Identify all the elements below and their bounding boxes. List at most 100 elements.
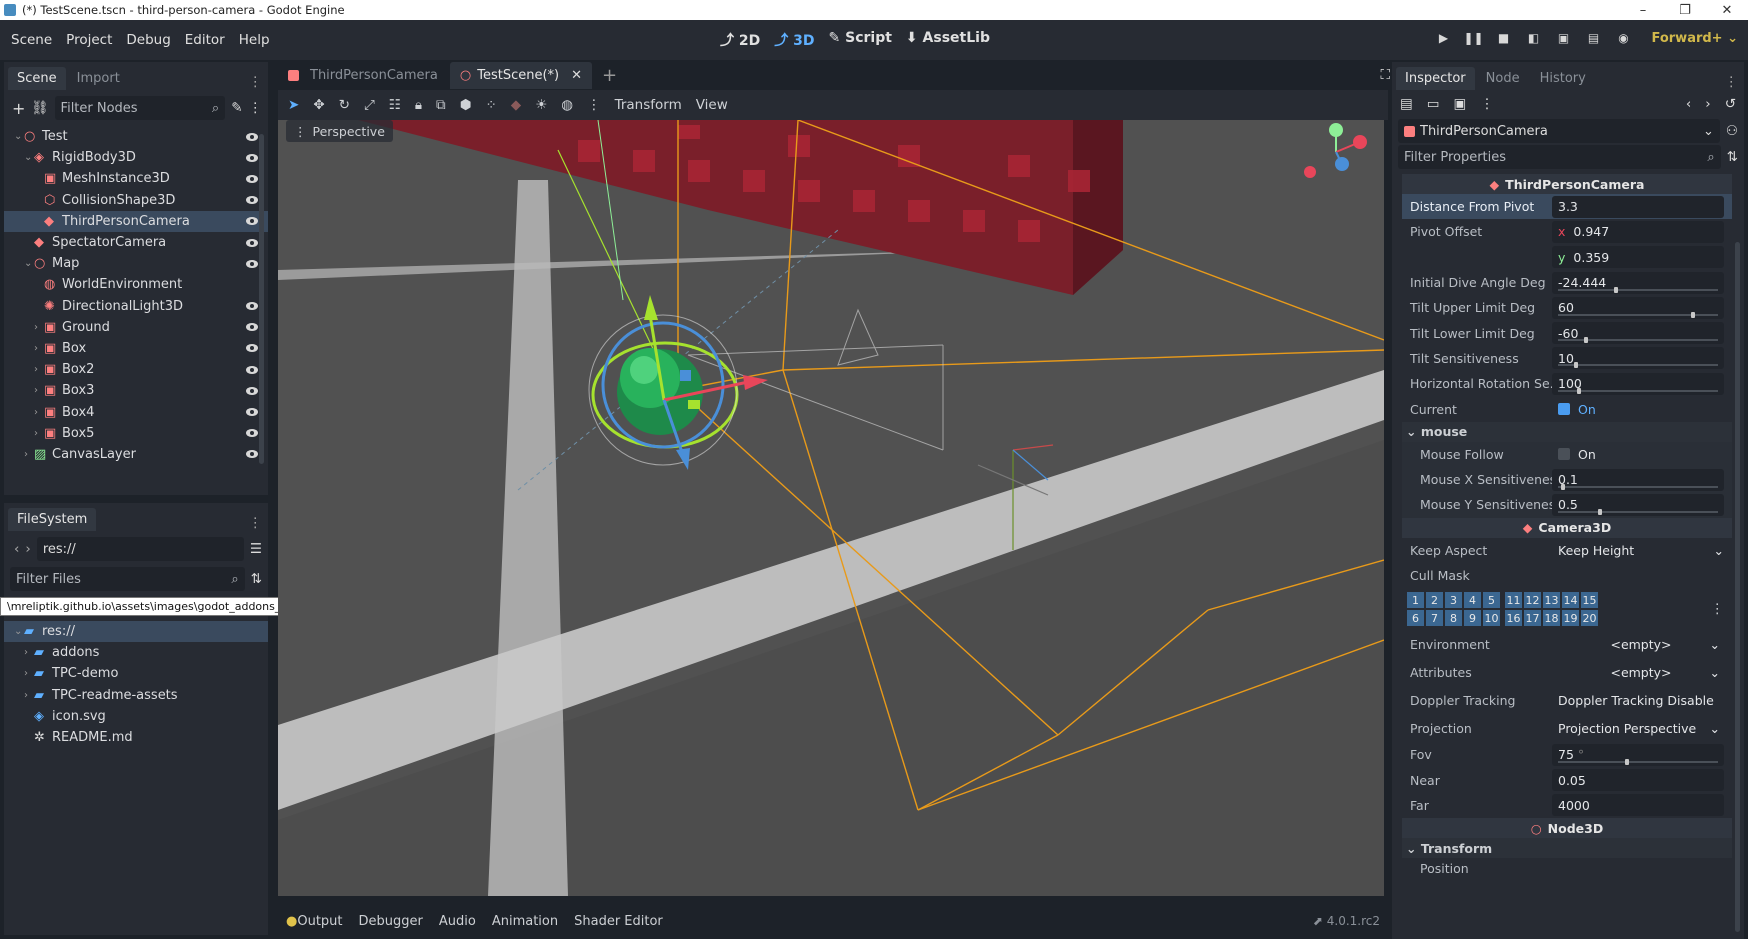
- visibility-eye-icon[interactable]: [246, 132, 258, 141]
- view-menu[interactable]: View: [696, 97, 728, 113]
- file-item[interactable]: › ▰ TPC-readme-assets: [4, 685, 268, 706]
- prop-current[interactable]: Current On: [1402, 396, 1732, 421]
- back-icon[interactable]: ‹: [14, 541, 19, 557]
- scene-node[interactable]: › ▣ Box2: [4, 359, 268, 380]
- camera-preview-icon[interactable]: ◆: [511, 97, 521, 113]
- prop-environment[interactable]: Environment <empty> ⌄: [1402, 630, 1732, 658]
- file-item[interactable]: › ▰ addons: [4, 642, 268, 663]
- scene-node[interactable]: ⌄ ○ Test: [4, 126, 268, 147]
- cull-layer-cell[interactable]: 5: [1483, 592, 1500, 609]
- cull-layer-cell[interactable]: 6: [1407, 610, 1424, 627]
- expand-arrow-icon[interactable]: ⌄: [24, 152, 34, 163]
- prop-near[interactable]: Near 0.05: [1402, 767, 1732, 792]
- expand-arrow-icon[interactable]: ›: [24, 668, 34, 679]
- cull-layer-cell[interactable]: 8: [1445, 610, 1462, 627]
- pivot-offset-y[interactable]: y 0.359: [1552, 246, 1724, 269]
- minimize-button[interactable]: –: [1622, 3, 1664, 18]
- filter-files-input[interactable]: Filter Files ⌕: [10, 567, 245, 591]
- scene-node[interactable]: ✺ DirectionalLight3D: [4, 296, 268, 317]
- object-history-icon[interactable]: ↺: [1725, 96, 1736, 112]
- mode-script-button[interactable]: ✎ Script: [829, 30, 892, 50]
- cull-layer-cell[interactable]: 4: [1464, 592, 1481, 609]
- visibility-eye-icon[interactable]: [246, 174, 258, 183]
- path-field[interactable]: res://: [36, 537, 244, 561]
- tab-inspector[interactable]: Inspector: [1396, 67, 1475, 90]
- prop-projection[interactable]: Projection Projection Perspective ⌄: [1402, 714, 1732, 742]
- expand-arrow-icon[interactable]: ⌄: [24, 258, 34, 269]
- remote-debug-icon[interactable]: ◧: [1523, 28, 1543, 48]
- tab-debugger[interactable]: Debugger: [359, 914, 423, 929]
- cull-mask-grid[interactable]: 1 2 3 4 5 11 12 13 14 15 6 7 8 9 10 16 17 18 19 20 ⋮: [1402, 588, 1732, 630]
- transform-menu[interactable]: Transform: [615, 97, 682, 113]
- select-tool-icon[interactable]: ➤: [288, 97, 299, 113]
- tab-testscene[interactable]: ○ TestScene(*) ✕: [449, 61, 593, 89]
- prop-mouse-follow[interactable]: Mouse Follow On: [1402, 441, 1732, 467]
- expand-arrow-icon[interactable]: ›: [34, 407, 44, 418]
- scene-node[interactable]: › ▣ Box3: [4, 380, 268, 401]
- prop-mouse-y-sens[interactable]: Mouse Y Sensitiveness 0.5: [1402, 492, 1732, 518]
- group-icon[interactable]: ⧉: [436, 97, 446, 113]
- scene-node[interactable]: › ▣ Box5: [4, 423, 268, 444]
- group-mouse[interactable]: ⌄ mouse: [1402, 421, 1732, 442]
- new-resource-icon[interactable]: ▤: [1400, 96, 1413, 112]
- pivot-offset-x[interactable]: x 0.947: [1552, 220, 1724, 243]
- play-scene-icon[interactable]: ▣: [1553, 28, 1573, 48]
- viewport-3d[interactable]: ⋮ Perspective: [278, 120, 1384, 896]
- prop-far[interactable]: Far 4000: [1402, 793, 1732, 818]
- menu-project[interactable]: Project: [59, 32, 119, 48]
- expand-arrow-icon[interactable]: ›: [34, 428, 44, 439]
- cull-layer-cell[interactable]: 18: [1543, 610, 1560, 627]
- prop-initial-dive-angle[interactable]: Initial Dive Angle Deg -24.444: [1402, 270, 1732, 295]
- load-resource-icon[interactable]: ▭: [1427, 96, 1440, 112]
- mode-2d-button[interactable]: ⤴ 2D: [720, 30, 760, 50]
- cull-layer-cell[interactable]: 2: [1426, 592, 1443, 609]
- close-tab-icon[interactable]: ✕: [571, 68, 582, 83]
- mode-assetlib-button[interactable]: ⬇ AssetLib: [906, 30, 990, 50]
- cull-layer-cell[interactable]: 19: [1562, 610, 1579, 627]
- expand-arrow-icon[interactable]: ›: [24, 647, 34, 658]
- tab-filesystem[interactable]: FileSystem: [8, 508, 97, 531]
- tab-import[interactable]: Import: [68, 67, 129, 90]
- filter-nodes-input[interactable]: Filter Nodes ⌕: [54, 96, 226, 120]
- property-options-icon[interactable]: ⇅: [1727, 149, 1738, 165]
- tab-history[interactable]: History: [1531, 67, 1595, 90]
- cull-layer-cell[interactable]: 9: [1464, 610, 1481, 627]
- prop-tilt-sensitiveness[interactable]: Tilt Sensitiveness 10: [1402, 346, 1732, 371]
- cull-layer-cell[interactable]: 17: [1524, 610, 1541, 627]
- scene-node[interactable]: › ▨ CanvasLayer: [4, 444, 268, 465]
- cull-layer-cell[interactable]: 10: [1483, 610, 1500, 627]
- play-icon[interactable]: ▶: [1433, 28, 1453, 48]
- environment-icon[interactable]: ◍: [561, 97, 573, 113]
- history-back-icon[interactable]: ‹: [1686, 96, 1691, 112]
- movie-maker-icon[interactable]: ◉: [1613, 28, 1633, 48]
- prop-horizontal-rotation[interactable]: Horizontal Rotation Se... 100: [1402, 371, 1732, 396]
- expand-arrow-icon[interactable]: ›: [24, 690, 34, 701]
- attach-script-icon[interactable]: ✎: [231, 100, 242, 116]
- file-item[interactable]: › ▰ TPC-demo: [4, 663, 268, 684]
- visibility-eye-icon[interactable]: [246, 344, 258, 353]
- prop-distance-from-pivot[interactable]: Distance From Pivot 3.3: [1402, 194, 1732, 220]
- instantiate-scene-icon[interactable]: ⛓: [31, 100, 48, 116]
- prop-tilt-lower[interactable]: Tilt Lower Limit Deg -60: [1402, 320, 1732, 345]
- prop-position[interactable]: Position: [1402, 858, 1732, 878]
- tab-audio[interactable]: Audio: [439, 914, 476, 929]
- expand-arrow-icon[interactable]: ›: [34, 343, 44, 354]
- prop-keep-aspect[interactable]: Keep Aspect Keep Height ⌄: [1402, 538, 1732, 563]
- more-icon[interactable]: ⋮: [1480, 96, 1494, 112]
- dock-menu-icon[interactable]: ⋮: [1725, 74, 1739, 90]
- visibility-eye-icon[interactable]: [246, 259, 258, 268]
- stop-icon[interactable]: ■: [1493, 28, 1513, 48]
- dock-menu-icon[interactable]: ⋮: [249, 74, 263, 90]
- tab-animation[interactable]: Animation: [492, 914, 558, 929]
- menu-debug[interactable]: Debug: [119, 32, 177, 48]
- toggle-split-icon[interactable]: ☰: [250, 541, 262, 557]
- expand-arrow-icon[interactable]: ›: [24, 449, 34, 460]
- move-tool-icon[interactable]: ✥: [313, 97, 324, 113]
- cull-layer-cell[interactable]: 20: [1581, 610, 1598, 627]
- cull-layer-cell[interactable]: 1: [1407, 592, 1424, 609]
- scene-node[interactable]: ◆ ThirdPersonCamera: [4, 210, 268, 232]
- section-camera3d[interactable]: ◆ Camera3D: [1402, 517, 1732, 538]
- file-item[interactable]: ⌄ ▰ res://: [4, 621, 268, 643]
- dock-menu-icon[interactable]: ⋮: [249, 515, 263, 531]
- expand-arrow-icon[interactable]: ›: [34, 364, 44, 375]
